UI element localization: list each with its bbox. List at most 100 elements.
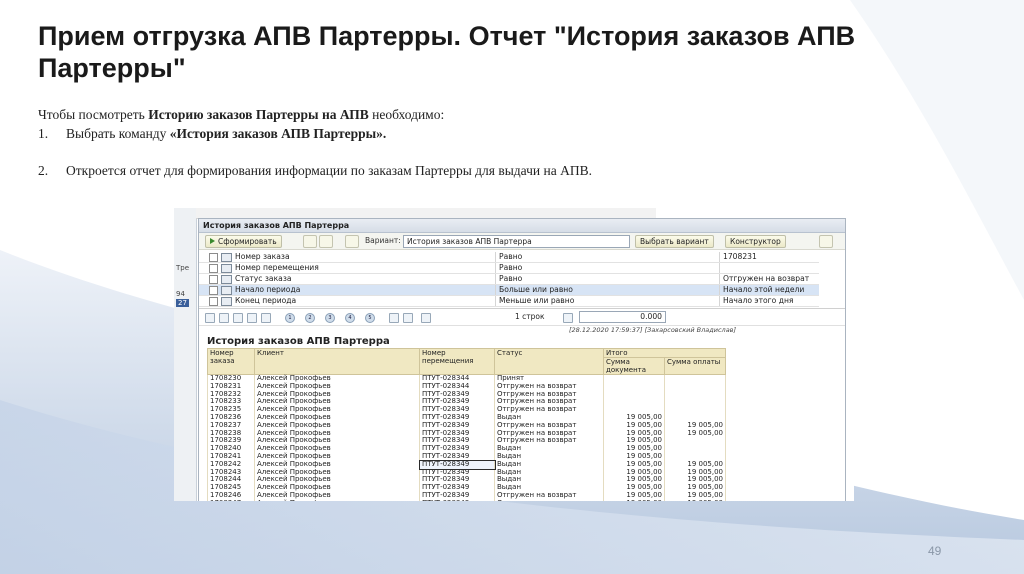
col-order-no: Номер заказа <box>207 348 255 375</box>
left-strip-label: 94 <box>176 290 185 298</box>
group-level-button[interactable]: 4 <box>345 313 355 323</box>
copy-icon[interactable] <box>233 313 243 323</box>
filter-value[interactable]: Начало этого дня <box>723 296 794 306</box>
filter-condition[interactable]: Равно <box>499 263 720 273</box>
report-toolbar: Сформировать Вариант: История заказов АП… <box>199 233 845 250</box>
choose-variant-button[interactable]: Выбрать вариант <box>635 235 714 248</box>
left-strip-label: Тре <box>176 264 190 272</box>
cell-doc-sum: 19 005,00 <box>603 499 665 501</box>
cell-order-no: 1708247 <box>207 499 255 501</box>
cell-pay-sum: 19 005,00 <box>664 499 726 501</box>
cell-client: Алексей Прокофьев <box>254 499 420 501</box>
sum-field: 0.000 <box>579 311 666 323</box>
cell-pay-sum <box>664 382 726 391</box>
col-doc-sum: Сумма документа <box>603 357 665 375</box>
filter-checkbox[interactable] <box>209 253 218 262</box>
field-icon <box>221 264 232 273</box>
report-window: История заказов АПВ Партерра Сформироват… <box>198 218 846 501</box>
cell-pay-sum <box>664 406 726 414</box>
left-strip-label-selected: 27 <box>176 299 189 307</box>
step-1-number: 1. <box>38 126 49 141</box>
report-tools-row: 1 2 3 4 5 1 строк 0.000 <box>199 309 845 326</box>
filter-value[interactable]: Отгружен на возврат <box>723 274 809 284</box>
cell-doc-sum <box>603 398 665 407</box>
cell-pay-sum: 19 005,00 <box>664 429 726 438</box>
print-preview-icon[interactable] <box>403 313 413 323</box>
step-2: 2. Откроется отчет для формирования инфор… <box>38 163 592 179</box>
filter-checkbox[interactable] <box>209 286 218 295</box>
cell-doc-sum <box>603 390 665 399</box>
filter-row[interactable]: Статус заказа Равно Отгружен на возврат <box>199 274 819 285</box>
filter-icon[interactable] <box>319 235 333 248</box>
group-level-button[interactable]: 5 <box>365 313 375 323</box>
filter-condition[interactable]: Больше или равно <box>499 285 720 295</box>
step-2-text: Откроется отчет для формирования информа… <box>66 163 592 178</box>
field-icon <box>221 297 232 306</box>
filter-value[interactable]: 1708231 <box>723 252 757 262</box>
filter-name: Номер заказа <box>235 252 496 262</box>
variant-field[interactable]: История заказов АПВ Партерра <box>403 235 630 248</box>
filter-name: Номер перемещения <box>235 263 496 273</box>
step-1: 1. Выбрать команду «История заказов АПВ П… <box>38 126 386 142</box>
slide-title: Прием отгрузка АПВ Партерры. Отчет "Исто… <box>38 21 856 83</box>
field-icon <box>221 275 232 284</box>
report-screenshot: Тре 94 27 История заказов АПВ Партерра С… <box>174 208 854 501</box>
col-status: Статус <box>494 348 604 375</box>
layout-icon[interactable] <box>247 313 257 323</box>
zoom-icon[interactable] <box>205 313 215 323</box>
filter-table: Номер заказа Равно 1708231 Номер перемещ… <box>199 250 845 309</box>
step-1-command: «История заказов АПВ Партерры». <box>169 126 387 141</box>
report-table: Номер заказа Клиент Номер перемещения Ст… <box>207 348 726 501</box>
help-icon[interactable] <box>819 235 833 248</box>
filter-row-selected[interactable]: Начало периода Больше или равно Начало э… <box>199 285 819 296</box>
group-level-button[interactable]: 3 <box>325 313 335 323</box>
window-title: История заказов АПВ Партерра <box>199 219 845 233</box>
cell-move-no: ПТУТ-028349 <box>419 499 495 501</box>
generate-button[interactable]: Сформировать <box>205 235 282 248</box>
group-level-button[interactable]: 1 <box>285 313 295 323</box>
save-icon[interactable] <box>345 235 359 248</box>
cell-pay-sum <box>664 390 726 399</box>
group-level-button[interactable]: 2 <box>305 313 315 323</box>
col-client: Клиент <box>254 348 420 375</box>
field-icon <box>221 253 232 262</box>
intro-pre: Чтобы посмотреть <box>38 107 149 122</box>
play-icon <box>210 238 215 244</box>
table-row[interactable]: 1708247Алексей ПрокофьевПТУТ-028349Отгру… <box>207 499 726 501</box>
calendar-icon[interactable] <box>421 313 431 323</box>
col-move-no: Номер перемещения <box>419 348 495 375</box>
step-1-text: Выбрать команду <box>66 126 170 141</box>
filter-name: Статус заказа <box>235 274 496 284</box>
filter-condition[interactable]: Равно <box>499 252 720 262</box>
cell-pay-sum <box>664 437 726 446</box>
grid-icon[interactable] <box>219 313 229 323</box>
intro-post: необходимо: <box>368 107 445 122</box>
expand-icon[interactable] <box>261 313 271 323</box>
page-number: 49 <box>928 544 942 558</box>
print-icon[interactable] <box>389 313 399 323</box>
cell-doc-sum <box>603 374 665 383</box>
left-panel-strip: Тре 94 27 <box>174 208 197 501</box>
cell-pay-sum <box>664 398 726 407</box>
filter-checkbox[interactable] <box>209 275 218 284</box>
intro-text: Чтобы посмотреть Историю заказов Партерр… <box>38 107 444 123</box>
rows-count: 1 строк <box>515 312 545 321</box>
filter-row[interactable]: Номер заказа Равно 1708231 <box>199 252 819 263</box>
filter-condition[interactable]: Меньше или равно <box>499 296 720 306</box>
field-icon <box>221 286 232 295</box>
col-total: Итого <box>603 348 726 358</box>
filter-value[interactable]: Начало этой недели <box>723 285 804 295</box>
settings-icon[interactable] <box>303 235 317 248</box>
constructor-button[interactable]: Конструктор <box>725 235 786 248</box>
intro-bold: Историю заказов Партерры на АПВ <box>148 107 369 122</box>
report-body: 1708230 Алексей Прокофьев ПТУТ-028344 Приня… <box>207 374 726 501</box>
filter-checkbox[interactable] <box>209 297 218 306</box>
filter-condition[interactable]: Равно <box>499 274 720 284</box>
filter-name: Начало периода <box>235 285 496 295</box>
filter-row[interactable]: Конец периода Меньше или равно Начало эт… <box>199 296 819 307</box>
col-pay-sum: Сумма оплаты <box>664 357 726 375</box>
filter-checkbox[interactable] <box>209 264 218 273</box>
report-stamp: [28.12.2020 17:59:37] [Захарсовский Влад… <box>569 326 737 334</box>
cell-pay-sum <box>664 445 726 453</box>
filter-row[interactable]: Номер перемещения Равно <box>199 263 819 274</box>
